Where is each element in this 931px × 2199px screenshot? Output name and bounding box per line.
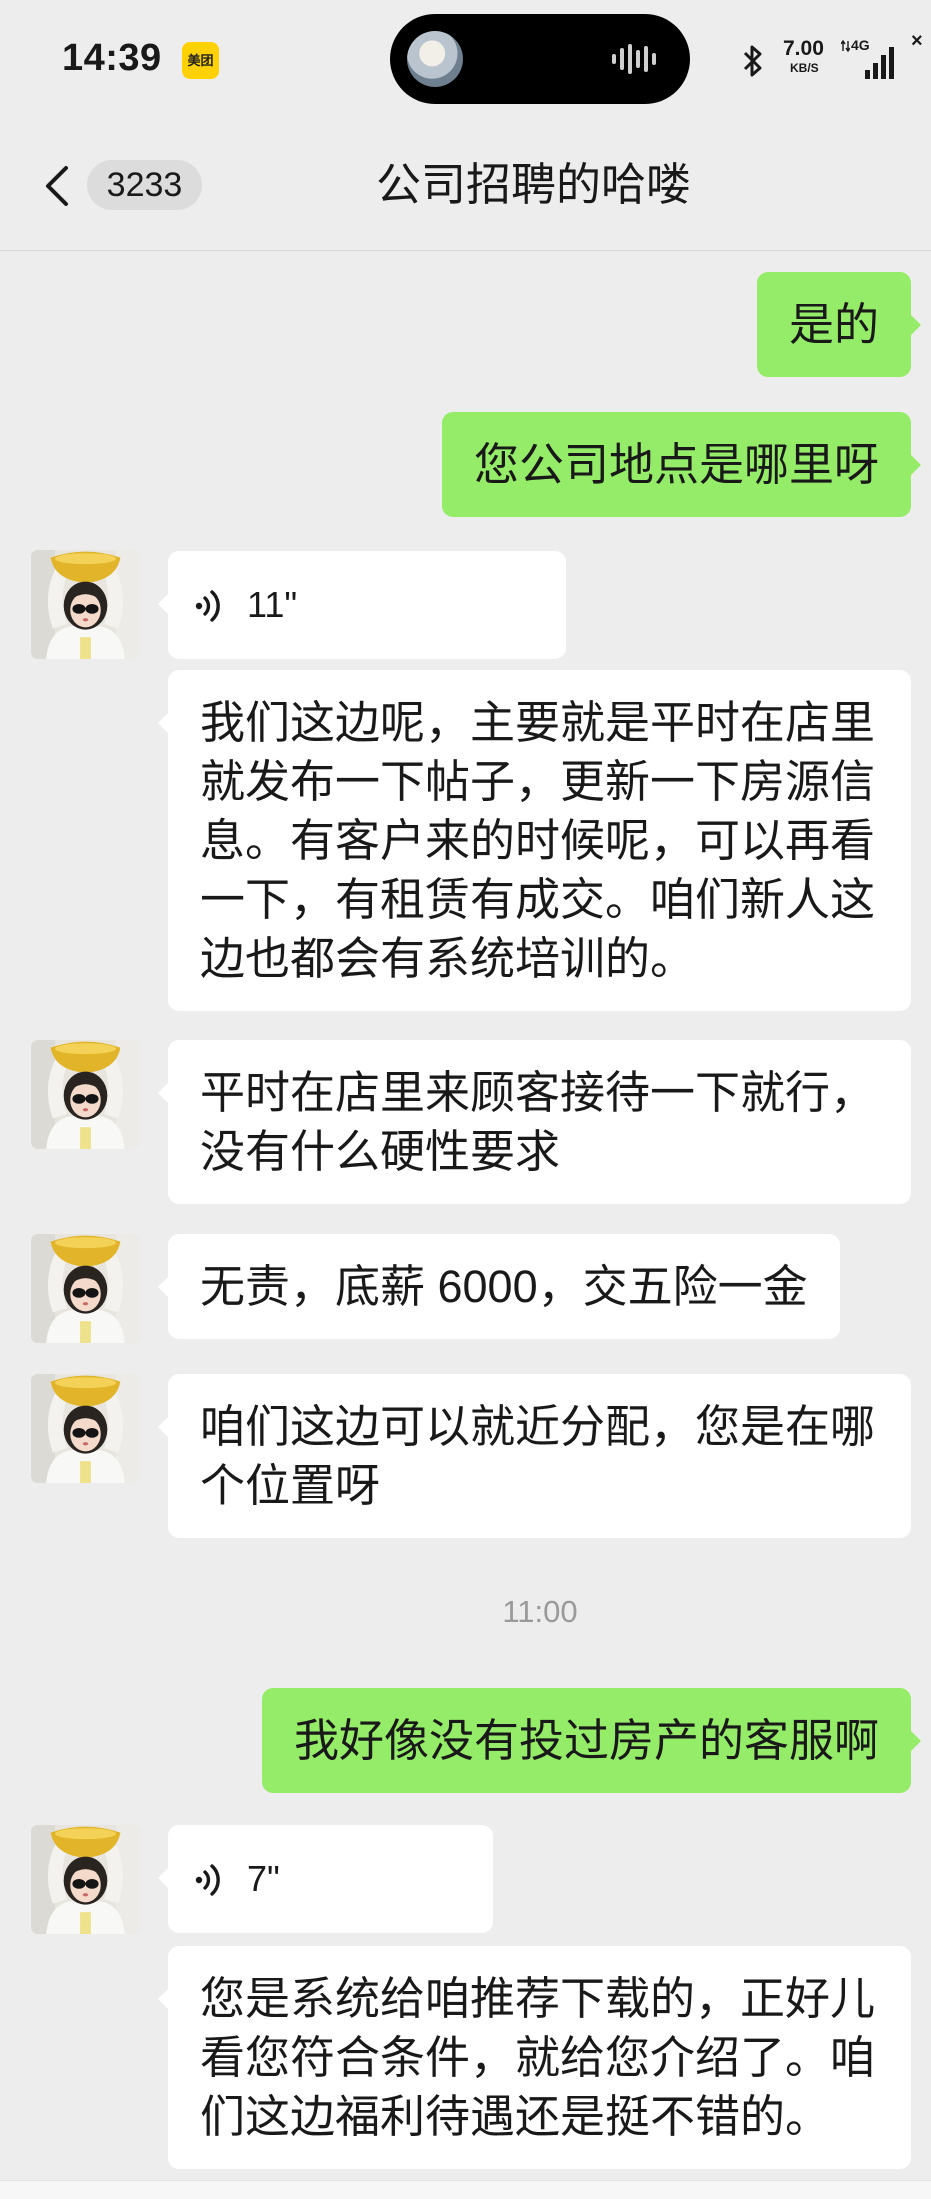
avatar[interactable] xyxy=(31,1374,140,1483)
meituan-app-badge: 美团 xyxy=(182,42,219,79)
avatar[interactable] xyxy=(31,1040,140,1149)
data-arrows-icon xyxy=(841,40,850,52)
message-bubble-other[interactable]: 无责，底薪 6000，交五险一金 xyxy=(158,1234,840,1339)
time-divider: 11:00 xyxy=(502,1594,578,1629)
message-bubble-other[interactable]: 您是系统给咱推荐下载的，正好儿看您符合条件，就给您介绍了。咱们这边福利待遇还是挺… xyxy=(158,1946,911,2169)
message-bubble-self[interactable]: 我好像没有投过房产的客服啊 xyxy=(261,1688,922,1793)
island-album-art[interactable] xyxy=(407,31,463,87)
signal-bars-icon xyxy=(865,47,894,79)
sim2-no-signal: × xyxy=(911,30,923,52)
chat-title[interactable]: 公司招聘的哈喽 xyxy=(376,157,691,213)
chevron-left-icon xyxy=(46,166,68,206)
input-bar-edge xyxy=(0,2180,931,2199)
unread-count-badge[interactable]: 3233 xyxy=(87,160,202,210)
avatar[interactable] xyxy=(31,550,140,659)
status-time: 14:39 xyxy=(62,37,162,79)
voice-duration: 7" xyxy=(247,1858,280,1899)
audio-waveform-icon xyxy=(612,44,656,74)
net-speed-value: 7.00 xyxy=(783,37,824,60)
net-speed-unit: KB/S xyxy=(790,61,819,75)
avatar[interactable] xyxy=(31,1234,140,1343)
voice-wave-icon xyxy=(194,1863,224,1897)
message-bubble-self[interactable]: 是的 xyxy=(756,272,922,377)
bluetooth-icon xyxy=(743,45,762,77)
header-divider xyxy=(0,250,931,251)
voice-message-bubble[interactable]: 11" xyxy=(158,551,566,659)
voice-message-bubble[interactable]: 7" xyxy=(158,1825,493,1933)
voice-wave-icon xyxy=(194,589,224,623)
back-button[interactable] xyxy=(40,160,76,212)
message-bubble-other[interactable]: 平时在店里来顾客接待一下就行，没有什么硬性要求 xyxy=(158,1040,911,1204)
message-bubble-self[interactable]: 您公司地点是哪里呀 xyxy=(441,412,922,517)
message-bubble-other[interactable]: 咱们这边可以就近分配，您是在哪个位置呀 xyxy=(158,1374,911,1538)
dynamic-island[interactable] xyxy=(390,14,690,104)
message-bubble-other[interactable]: 我们这边呢，主要就是平时在店里就发布一下帖子，更新一下房源信息。有客户来的时候呢… xyxy=(158,670,911,1011)
avatar[interactable] xyxy=(31,1825,140,1934)
voice-duration: 11" xyxy=(247,584,298,625)
